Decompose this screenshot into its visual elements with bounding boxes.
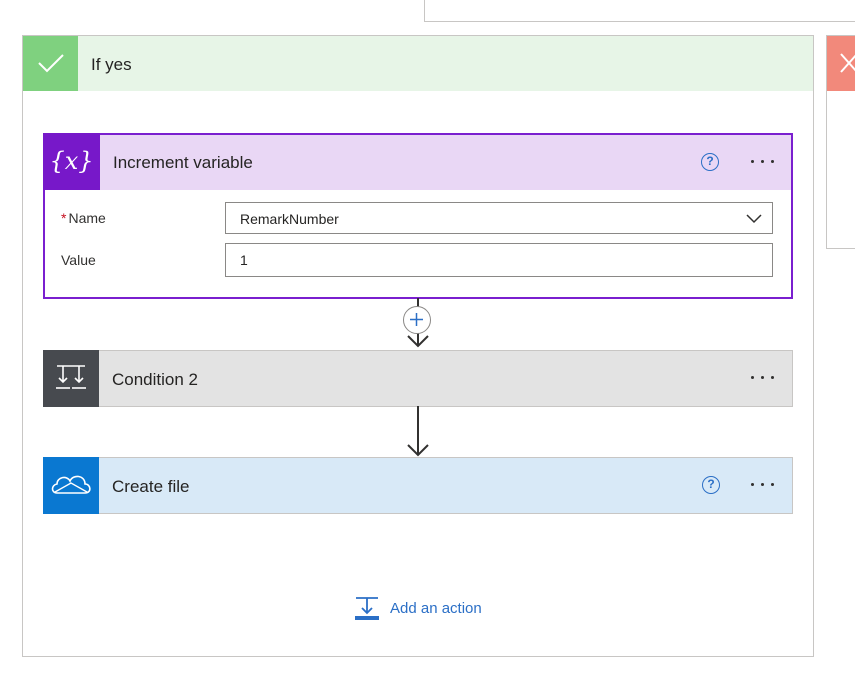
name-field-label: * Name: [61, 210, 106, 226]
chevron-down-icon: [746, 214, 762, 224]
value-input-text: 1: [240, 252, 248, 268]
insert-step-button[interactable]: [403, 306, 431, 334]
condition-icon: [43, 350, 99, 407]
card-title: Create file: [112, 477, 190, 496]
name-dropdown[interactable]: RemarkNumber: [225, 202, 773, 234]
close-icon: [840, 53, 855, 73]
previous-step-fragment: [424, 0, 855, 22]
value-field-label: Value: [61, 252, 96, 268]
condition-2-card[interactable]: Condition 2: [43, 350, 793, 407]
step-connector: [407, 406, 429, 457]
value-input[interactable]: 1: [225, 243, 773, 277]
required-asterisk: *: [61, 210, 67, 226]
create-file-card[interactable]: Create file ?: [43, 457, 793, 514]
checkmark-icon: [23, 36, 78, 91]
increment-variable-header[interactable]: {x} Increment variable ?: [43, 133, 791, 190]
onedrive-cloud-icon: [43, 457, 99, 514]
card-title: Condition 2: [112, 370, 199, 389]
card-title: Increment variable: [113, 153, 253, 172]
more-options-icon[interactable]: [749, 474, 777, 494]
name-dropdown-value: RemarkNumber: [240, 211, 339, 227]
variable-icon: {x}: [43, 133, 100, 190]
if-no-branch-fragment[interactable]: [826, 35, 855, 249]
plus-icon: [410, 313, 423, 326]
svg-text:{x}: {x}: [49, 147, 93, 175]
more-options-icon[interactable]: [749, 151, 777, 171]
help-icon[interactable]: ?: [701, 153, 719, 171]
add-an-action-button[interactable]: Add an action: [354, 595, 482, 621]
if-yes-branch-header[interactable]: If yes: [23, 36, 813, 91]
add-action-icon: [355, 597, 379, 620]
more-options-icon[interactable]: [749, 367, 777, 387]
help-icon[interactable]: ?: [702, 476, 720, 494]
add-action-label: Add an action: [390, 599, 482, 617]
branch-title: If yes: [91, 55, 132, 74]
if-no-branch-header[interactable]: [827, 36, 855, 91]
increment-variable-card[interactable]: {x} Increment variable ? * Name RemarkNum…: [43, 133, 793, 299]
